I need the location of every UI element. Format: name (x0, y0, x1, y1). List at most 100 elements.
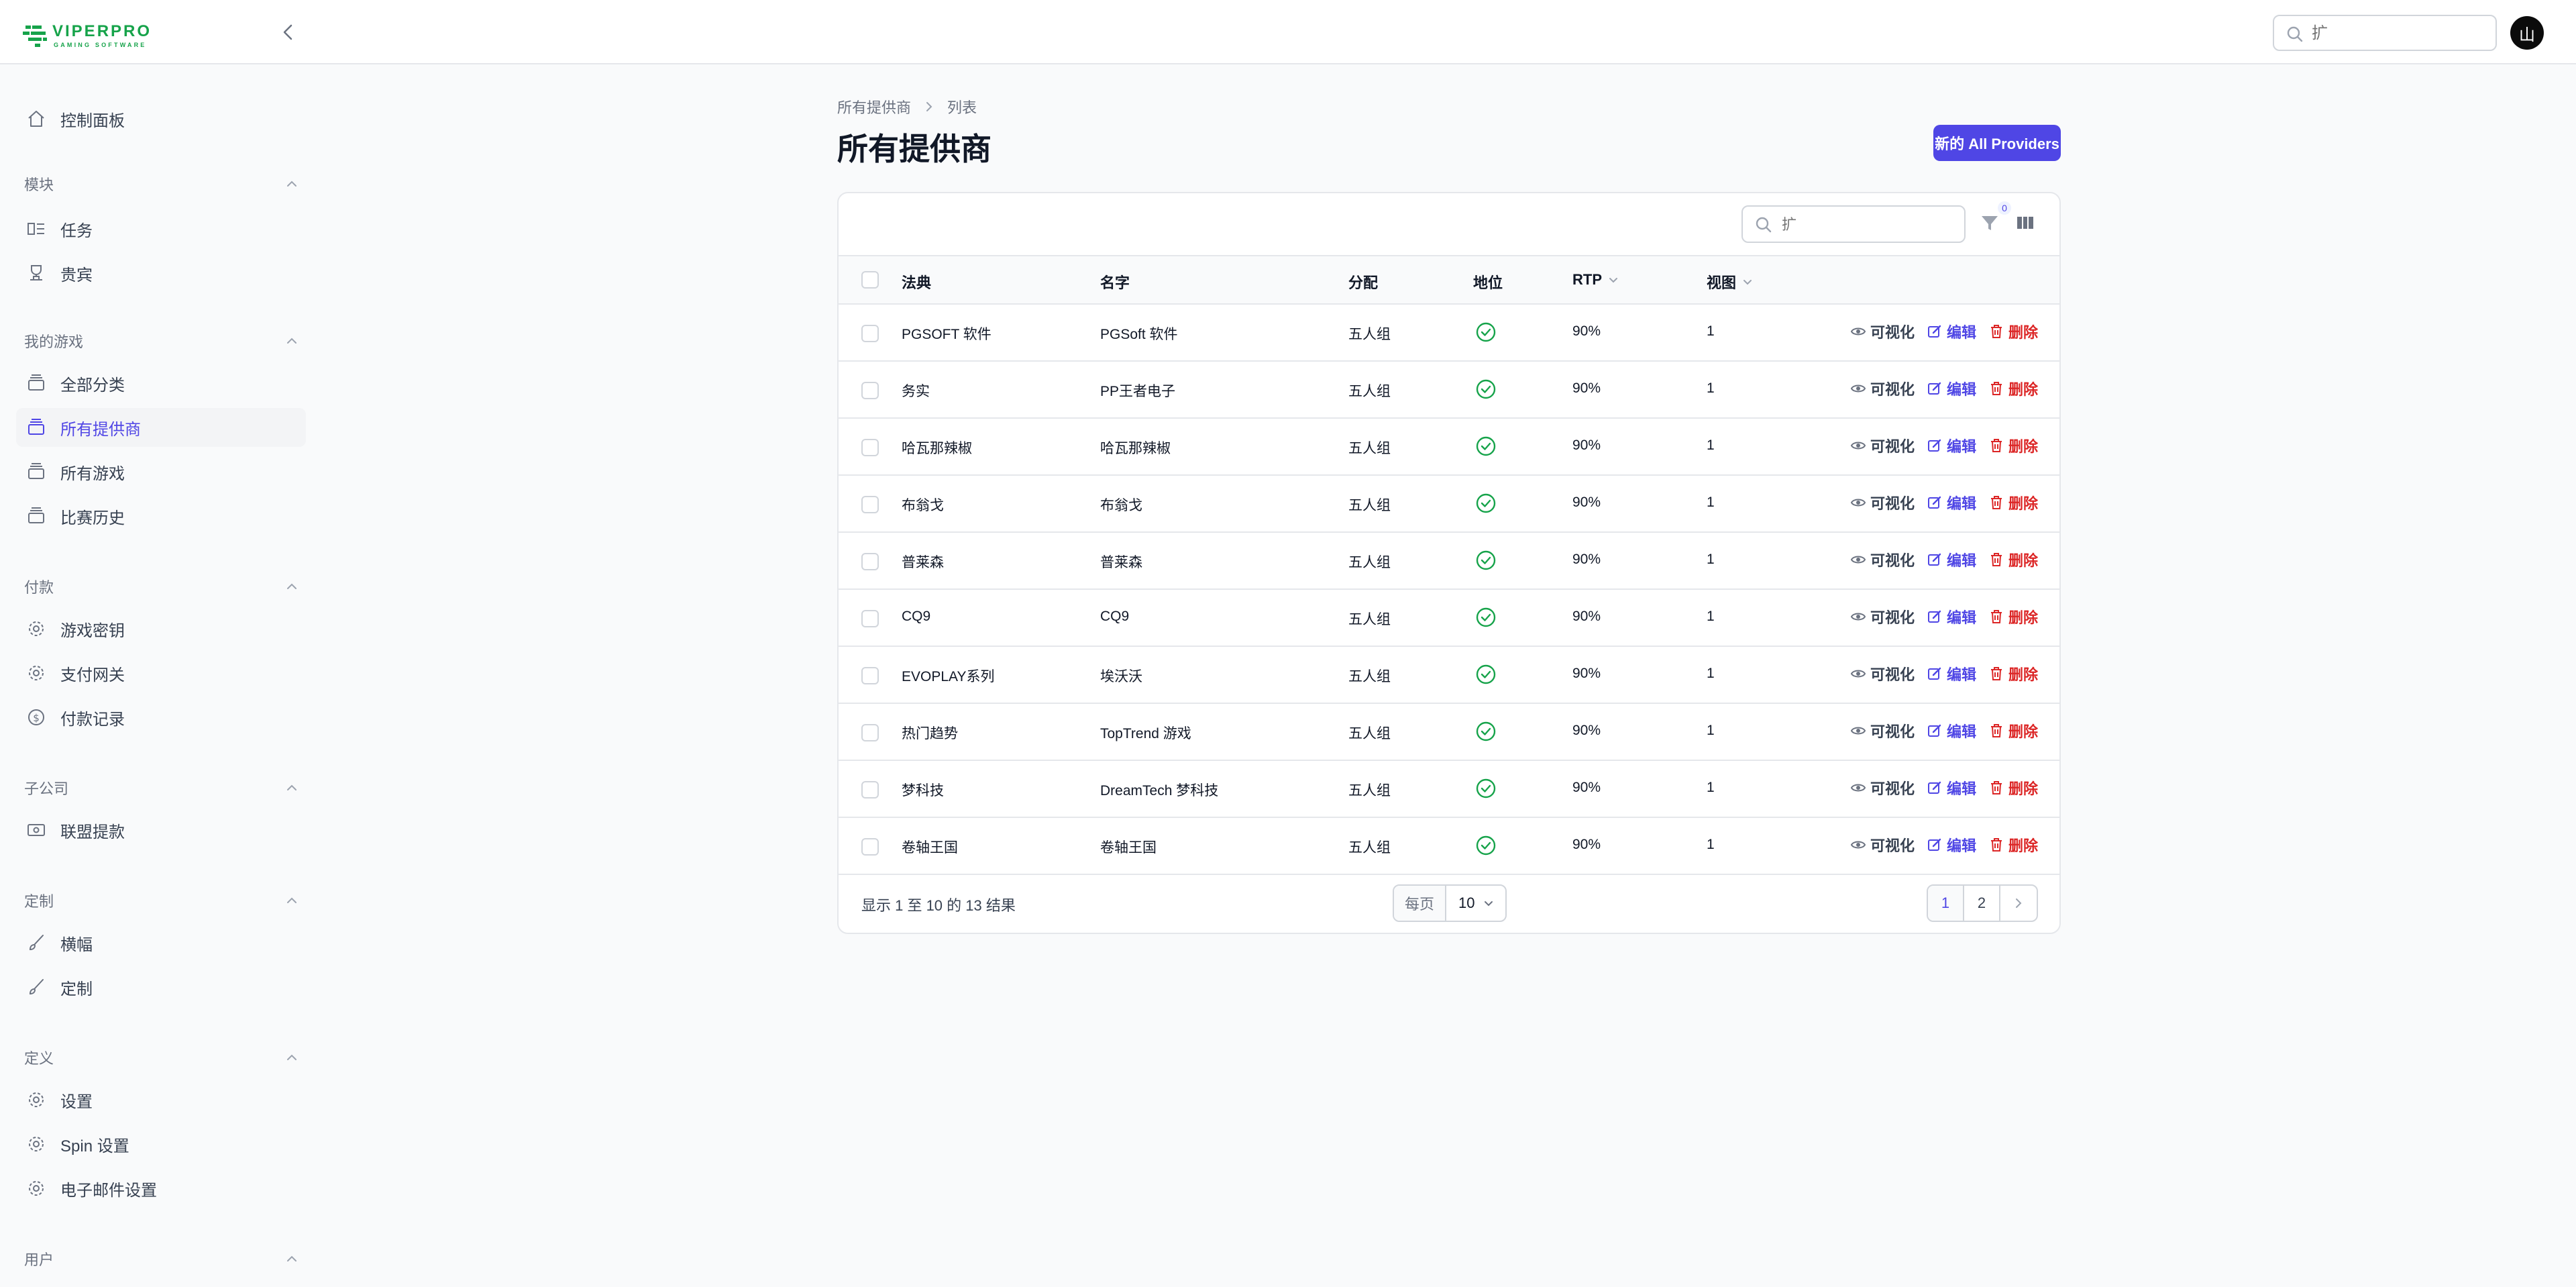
row-checkbox[interactable] (861, 325, 879, 342)
next-page-button[interactable] (2000, 886, 2037, 921)
filter-button[interactable] (1979, 212, 2006, 239)
sidebar-item-banners[interactable]: 横幅 (16, 923, 306, 962)
edit-button[interactable]: 编辑 (1927, 321, 1976, 342)
trash-icon (1991, 439, 2002, 452)
view-button[interactable]: 可视化 (1850, 777, 1915, 799)
sidebar-item-settings[interactable]: 设置 (16, 1080, 306, 1119)
sidebar-group-modules[interactable]: 模块 (24, 170, 299, 197)
view-button[interactable]: 可视化 (1850, 720, 1915, 741)
group-label: 定义 (24, 1050, 54, 1067)
row-checkbox[interactable] (861, 553, 879, 570)
edit-icon (1928, 382, 1941, 395)
delete-button[interactable]: 删除 (1988, 834, 2038, 856)
row-checkbox[interactable] (861, 439, 879, 456)
column-header-views[interactable]: 视图 (1707, 271, 1754, 293)
cell-name: 布翁戈 (1100, 498, 1142, 513)
row-checkbox[interactable] (861, 496, 879, 513)
cell-code: 热门趋势 (902, 726, 958, 741)
edit-button[interactable]: 编辑 (1927, 834, 1976, 856)
sidebar-item-payment-records[interactable]: $ 付款记录 (16, 698, 306, 737)
sidebar-group-customize[interactable]: 定制 (24, 887, 299, 914)
row-checkbox[interactable] (861, 838, 879, 856)
edit-button[interactable]: 编辑 (1927, 720, 1976, 741)
view-button[interactable]: 可视化 (1850, 834, 1915, 856)
sidebar-group-definitions[interactable]: 定义 (24, 1044, 299, 1071)
view-button[interactable]: 可视化 (1850, 492, 1915, 513)
row-checkbox[interactable] (861, 382, 879, 399)
row-actions: 可视化 编辑 删除 (1850, 378, 2038, 399)
sidebar-item-label: 联盟提款 (60, 823, 125, 841)
sidebar-group-payments[interactable]: 付款 (24, 573, 299, 600)
view-button[interactable]: 可视化 (1850, 606, 1915, 627)
edit-button[interactable]: 编辑 (1927, 663, 1976, 684)
view-button[interactable]: 可视化 (1850, 549, 1915, 570)
toggle-columns-button[interactable] (2015, 212, 2039, 239)
cell-views: 1 (1707, 323, 1715, 339)
delete-button[interactable]: 删除 (1988, 663, 2038, 684)
sidebar-item-email-settings[interactable]: 电子邮件设置 (16, 1169, 306, 1208)
sidebar-item-label: 横幅 (60, 935, 93, 954)
trash-icon (1991, 724, 2002, 737)
sidebar-group-my-games[interactable]: 我的游戏 (24, 327, 299, 354)
sidebar-item-affiliate-withdraw[interactable]: 联盟提款 (16, 811, 306, 850)
sidebar-item-spin-settings[interactable]: Spin 设置 (16, 1125, 306, 1164)
row-checkbox[interactable] (861, 724, 879, 741)
view-button[interactable]: 可视化 (1850, 321, 1915, 342)
sidebar-item-match-history[interactable]: 比赛历史 (16, 497, 306, 535)
user-avatar[interactable]: 山 (2510, 16, 2544, 50)
row-checkbox[interactable] (861, 667, 879, 684)
sidebar-group-users[interactable]: 用户 (24, 1245, 299, 1272)
sidebar-item-label: 支付网关 (60, 666, 125, 684)
sidebar-item-label: 电子邮件设置 (60, 1181, 157, 1200)
global-search-input[interactable] (2312, 23, 2486, 44)
column-header-status[interactable]: 地位 (1473, 271, 1503, 293)
edit-button[interactable]: 编辑 (1927, 606, 1976, 627)
edit-button[interactable]: 编辑 (1927, 492, 1976, 513)
per-page-select[interactable]: 每页 10 (1393, 884, 1507, 922)
sidebar-item-tasks[interactable]: 任务 (16, 209, 306, 248)
delete-button[interactable]: 删除 (1988, 549, 2038, 570)
sidebar-item-dashboard[interactable]: 控制面板 (16, 99, 306, 138)
column-header-code[interactable]: 法典 (902, 271, 931, 293)
global-search[interactable] (2273, 15, 2497, 51)
delete-button[interactable]: 删除 (1988, 321, 2038, 342)
eye-icon (1850, 784, 1866, 792)
edit-button[interactable]: 编辑 (1927, 549, 1976, 570)
row-checkbox[interactable] (861, 610, 879, 627)
sidebar-item-all-categories[interactable]: 全部分类 (16, 364, 306, 403)
column-header-name[interactable]: 名字 (1100, 271, 1130, 293)
page-button-2[interactable]: 2 (1964, 886, 2000, 921)
delete-button[interactable]: 删除 (1988, 606, 2038, 627)
per-page-value[interactable]: 10 (1446, 894, 1495, 912)
select-all-checkbox[interactable] (861, 271, 879, 289)
sidebar-item-payment-gateway[interactable]: 支付网关 (16, 654, 306, 692)
new-provider-button[interactable]: 新的 All Providers (1933, 125, 2061, 161)
delete-button[interactable]: 删除 (1988, 435, 2038, 456)
sidebar-item-game-keys[interactable]: 游戏密钥 (16, 609, 306, 648)
sidebar-collapse-button[interactable] (275, 19, 302, 46)
sidebar-item-customization[interactable]: 定制 (16, 968, 306, 1007)
view-button[interactable]: 可视化 (1850, 435, 1915, 456)
column-header-rtp[interactable]: RTP (1572, 271, 1619, 289)
sidebar-item-vip[interactable]: 贵宾 (16, 254, 306, 293)
trash-icon (1991, 382, 2002, 395)
breadcrumb-link[interactable]: 所有提供商 (837, 96, 911, 117)
edit-button[interactable]: 编辑 (1927, 378, 1976, 399)
delete-button[interactable]: 删除 (1988, 777, 2038, 799)
table-search[interactable] (1741, 205, 1966, 243)
row-checkbox[interactable] (861, 781, 879, 799)
edit-button[interactable]: 编辑 (1927, 435, 1976, 456)
delete-button[interactable]: 删除 (1988, 378, 2038, 399)
delete-button[interactable]: 删除 (1988, 492, 2038, 513)
delete-button[interactable]: 删除 (1988, 720, 2038, 741)
table-search-input[interactable] (1782, 215, 1949, 235)
sidebar-group-affiliates[interactable]: 子公司 (24, 774, 299, 801)
view-button[interactable]: 可视化 (1850, 663, 1915, 684)
viperpro-logo[interactable]: VIPERPRO GAMING SOFTWARE (23, 19, 191, 51)
sidebar-item-all-games[interactable]: 所有游戏 (16, 452, 306, 491)
edit-button[interactable]: 编辑 (1927, 777, 1976, 799)
page-button-1[interactable]: 1 (1928, 886, 1964, 921)
sidebar-item-all-providers[interactable]: 所有提供商 (16, 408, 306, 447)
column-header-distribution[interactable]: 分配 (1348, 271, 1378, 293)
view-button[interactable]: 可视化 (1850, 378, 1915, 399)
